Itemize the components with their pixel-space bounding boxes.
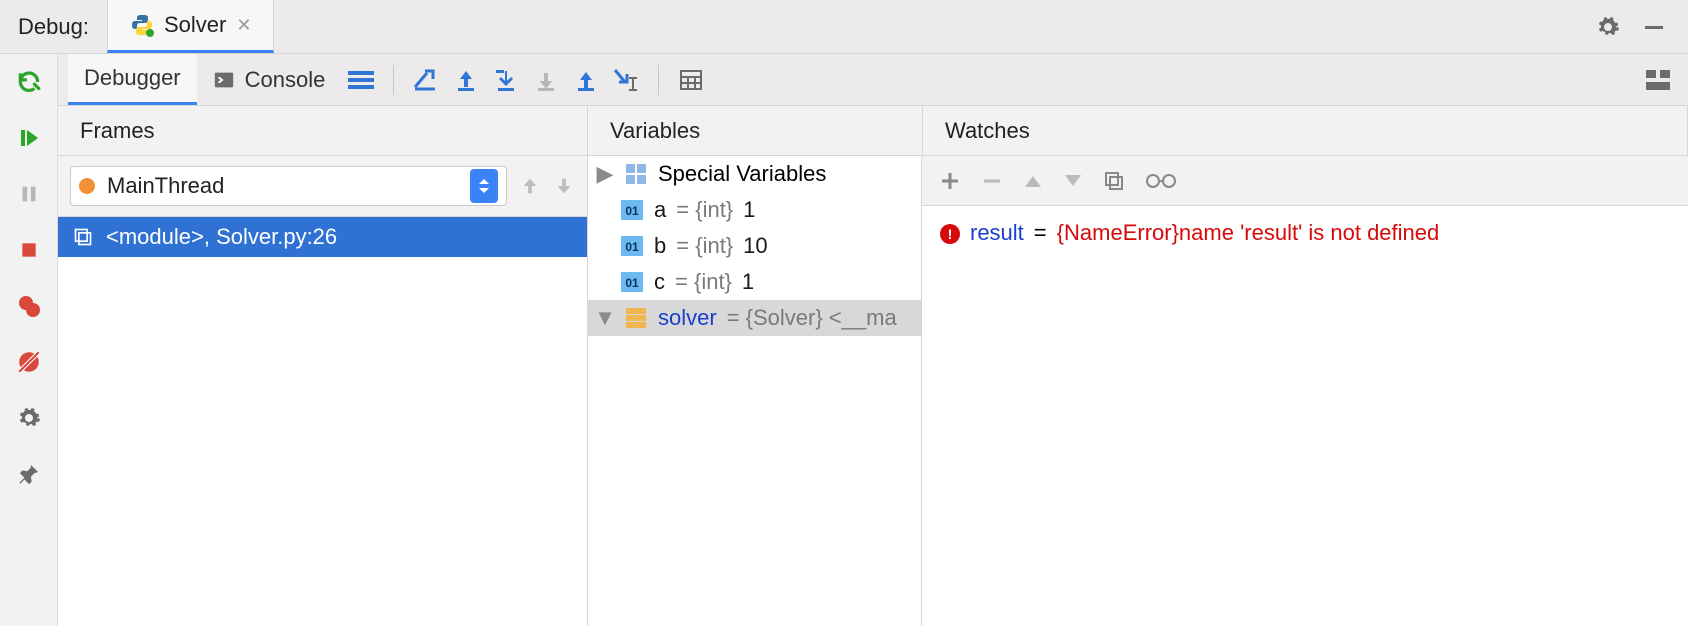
variable-row[interactable]: 01 c = {int} 1 [588, 264, 921, 300]
svg-text:01: 01 [625, 240, 639, 254]
thread-selector[interactable]: MainThread [70, 166, 507, 206]
pin-button[interactable] [11, 456, 47, 492]
collapse-icon[interactable]: ▼ [596, 305, 614, 331]
step-out-button[interactable] [566, 62, 606, 98]
step-over-button[interactable] [446, 62, 486, 98]
variable-row[interactable]: 01 b = {int} 10 [588, 228, 921, 264]
svg-text:01: 01 [625, 204, 639, 218]
int-icon: 01 [620, 234, 644, 258]
thread-name: MainThread [107, 173, 470, 199]
titlebar: Debug: Solver ✕ [0, 0, 1688, 54]
frame-label: <module>, Solver.py:26 [106, 224, 337, 250]
stop-button[interactable] [11, 232, 47, 268]
close-icon[interactable]: ✕ [236, 15, 251, 36]
view-breakpoints-button[interactable] [11, 288, 47, 324]
next-frame-button[interactable] [553, 175, 575, 197]
variable-row[interactable]: ▼ solver = {Solver} <__ma [588, 300, 921, 336]
thread-dropdown-icon[interactable] [470, 169, 498, 203]
pause-button[interactable] [11, 176, 47, 212]
move-up-button[interactable] [1024, 174, 1042, 188]
run-config-tab[interactable]: Solver ✕ [107, 0, 274, 53]
gear-icon[interactable] [1596, 15, 1620, 39]
variables-panel: ▶ Special Variables 01 a = {int} 1 01 b … [588, 156, 922, 626]
frames-header: Frames [58, 106, 588, 155]
thread-status-icon [79, 178, 95, 194]
int-icon: 01 [620, 198, 644, 222]
duplicate-watch-button[interactable] [1104, 171, 1124, 191]
run-to-cursor-button[interactable] [606, 62, 646, 98]
grid-icon [624, 162, 648, 186]
titlebar-actions [1596, 15, 1688, 39]
add-watch-button[interactable] [940, 171, 960, 191]
resume-button[interactable] [11, 120, 47, 156]
force-step-into-button[interactable] [526, 62, 566, 98]
frames-panel: MainThread <module>, Solver.py:26 [58, 156, 588, 626]
run-config-name: Solver [164, 12, 226, 38]
titlebar-label: Debug: [0, 14, 107, 40]
console-icon [213, 69, 235, 91]
glasses-icon[interactable] [1146, 173, 1176, 189]
frame-icon [72, 226, 94, 248]
error-icon: ! [940, 224, 960, 244]
prev-frame-button[interactable] [519, 175, 541, 197]
special-variables-node[interactable]: ▶ Special Variables [588, 156, 921, 192]
debug-tool-window: Debug: Solver ✕ [0, 0, 1688, 626]
watches-toolbar [922, 156, 1688, 206]
remove-watch-button[interactable] [982, 171, 1002, 191]
expand-icon[interactable]: ▶ [596, 161, 614, 187]
move-down-button[interactable] [1064, 174, 1082, 188]
thread-selector-row: MainThread [58, 156, 587, 217]
debug-subtoolbar: Debugger Console [58, 54, 1688, 106]
debug-vertical-toolbar [0, 54, 58, 626]
layout-settings-button[interactable] [1646, 70, 1688, 90]
threads-icon[interactable] [341, 62, 381, 98]
mute-breakpoints-button[interactable] [11, 344, 47, 380]
watches-header: Watches [922, 106, 1688, 155]
step-into-button[interactable] [486, 62, 526, 98]
show-execution-point-button[interactable] [406, 62, 446, 98]
tab-debugger[interactable]: Debugger [68, 54, 197, 105]
settings-button[interactable] [11, 400, 47, 436]
rerun-button[interactable] [11, 64, 47, 100]
watches-panel: ! result = {NameError}name 'result' is n… [922, 156, 1688, 626]
evaluate-expression-button[interactable] [671, 62, 711, 98]
special-variables-label: Special Variables [658, 161, 826, 187]
variable-row[interactable]: 01 a = {int} 1 [588, 192, 921, 228]
watch-item[interactable]: ! result = {NameError}name 'result' is n… [940, 220, 1670, 246]
tab-console[interactable]: Console [197, 54, 342, 105]
python-icon [130, 13, 154, 37]
object-icon [624, 306, 648, 330]
int-icon: 01 [620, 270, 644, 294]
panel-headers: Frames Variables Watches [58, 106, 1688, 156]
minimize-icon[interactable] [1642, 15, 1666, 39]
frame-item[interactable]: <module>, Solver.py:26 [58, 217, 587, 257]
svg-text:01: 01 [625, 276, 639, 290]
variables-header: Variables [588, 106, 922, 155]
